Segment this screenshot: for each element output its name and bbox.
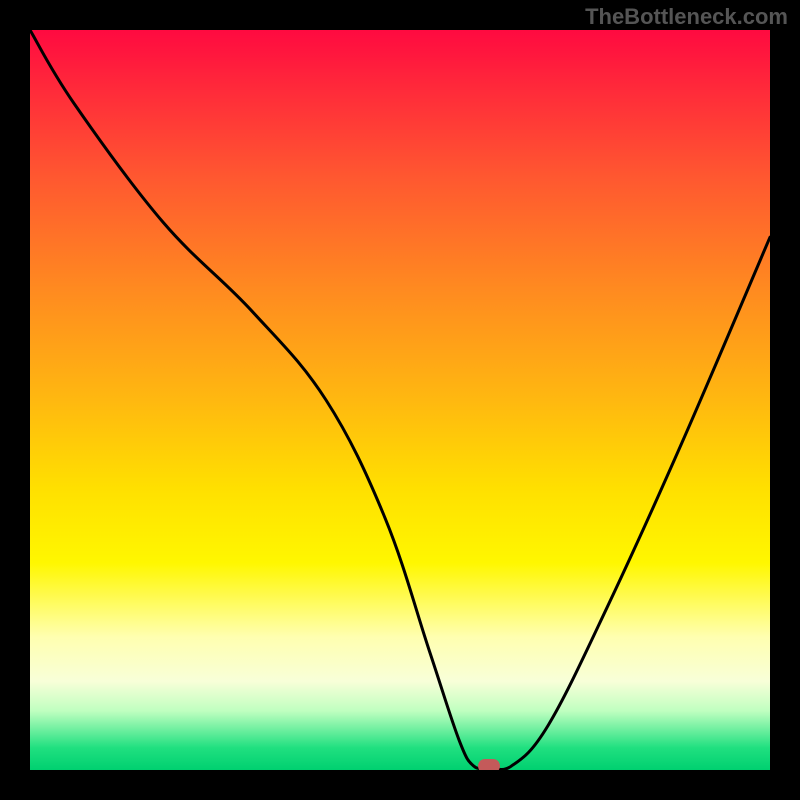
curve-svg <box>30 30 770 770</box>
optimal-marker <box>478 759 500 770</box>
watermark-text: TheBottleneck.com <box>585 4 788 30</box>
plot-area <box>30 30 770 770</box>
bottleneck-curve <box>30 30 770 770</box>
